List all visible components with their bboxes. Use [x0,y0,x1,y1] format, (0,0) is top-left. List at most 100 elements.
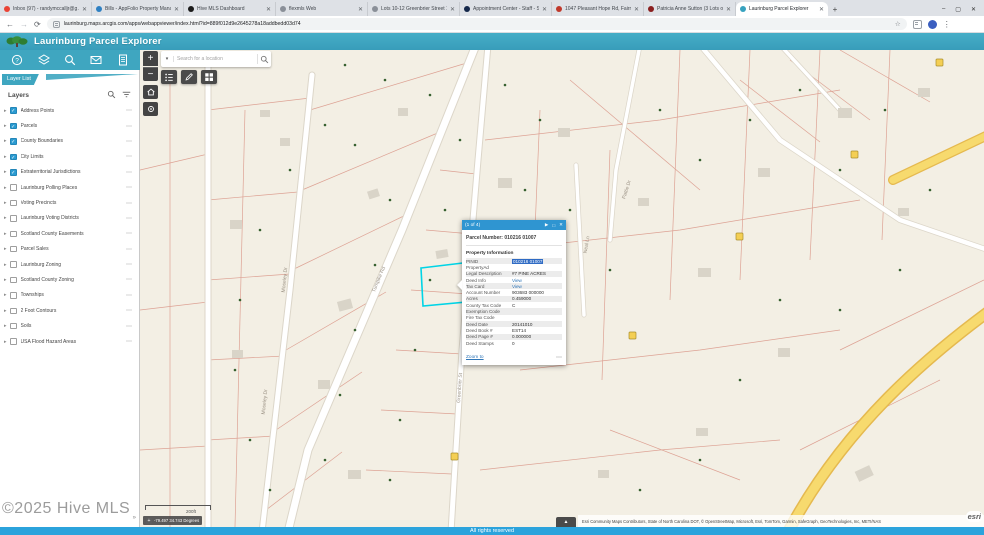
layer-label[interactable]: Laurinburg Zoning [21,262,127,268]
layer-options-icon[interactable]: ⋯ [126,230,132,237]
layer-list-tab[interactable]: Layer List [2,74,39,85]
bookmark-star-icon[interactable]: ☆ [895,20,901,28]
layer-checkbox[interactable]: ✓ [10,138,17,145]
layer-checkbox[interactable]: ✓ [10,154,17,161]
layer-options-icon[interactable]: ⋯ [126,200,132,207]
tab-close-icon[interactable]: ✕ [174,6,179,13]
search-submit-icon[interactable] [257,54,271,64]
coordinate-widget[interactable]: + -79.497 34.743 Degrees [143,516,202,525]
layer-checkbox[interactable] [10,292,17,299]
layer-label[interactable]: Address Points [21,108,127,114]
tab-appfolio[interactable]: Bills - AppFolio Property Mana…✕ [92,2,184,16]
layer-options-icon[interactable]: ⋯ [126,138,132,145]
legend-tool-button[interactable] [161,70,177,84]
maximize-icon[interactable]: ▢ [955,6,961,13]
next-feature-icon[interactable]: ▶ [545,222,549,228]
layer-label[interactable]: Soils [21,323,127,329]
zoom-out-button[interactable]: − [143,67,158,81]
tab-hive-mls[interactable]: Hive MLS Dashboard✕ [184,2,276,16]
map-canvas[interactable]: Turnpike Rd Moseley Dr Moseley Dr Greenb… [140,50,984,527]
layer-label[interactable]: Scotland County Zoning [21,277,127,283]
popup-more-options-icon[interactable]: ⋯ [556,354,562,361]
zoom-to-link[interactable]: Zoom to [466,355,556,360]
layer-checkbox[interactable]: ✓ [10,169,17,176]
draw-tool-button[interactable] [181,70,197,84]
layer-checkbox[interactable] [10,308,17,315]
layer-checkbox[interactable] [10,261,17,268]
layer-options-icon[interactable]: ⋯ [126,307,132,314]
popup-maximize-icon[interactable]: □ [552,223,555,228]
layer-options-icon[interactable]: ⋯ [126,292,132,299]
search-input[interactable] [174,56,257,62]
sidebar-expand-icon[interactable]: » [133,515,136,521]
layer-filter-icon[interactable] [122,86,131,104]
layer-options-icon[interactable]: ⋯ [126,246,132,253]
overview-toggle-button[interactable]: ▲ [556,517,576,527]
address-bar[interactable]: laurinburg.maps.arcgis.com/apps/webappvi… [47,18,907,30]
popup-header[interactable]: (1 of 4) ▶ □ ✕ [462,220,566,230]
layers-icon[interactable] [37,54,50,67]
layer-label[interactable]: City Limits [21,154,127,160]
tab-pleasant-hope[interactable]: 1047 Pleasant Hope Rd, Fairm…✕ [552,2,644,16]
layer-options-icon[interactable]: ⋯ [126,184,132,191]
layer-label[interactable]: USA Flood Hazard Areas [21,339,127,345]
home-button[interactable] [143,85,158,99]
search-icon[interactable] [63,54,76,67]
layer-options-icon[interactable]: ⋯ [126,323,132,330]
tab-close-icon[interactable]: ✕ [450,6,455,13]
layer-label[interactable]: Parcels [21,123,127,129]
report-icon[interactable] [116,54,129,67]
site-info-icon[interactable] [53,21,60,28]
tab-close-icon[interactable]: ✕ [634,6,639,13]
profile-avatar[interactable] [928,20,937,29]
layer-label[interactable]: County Boundaries [21,138,127,144]
layer-checkbox[interactable]: ✓ [10,123,17,130]
back-icon[interactable]: ← [6,20,14,29]
search-source-dropdown[interactable]: ▾ [161,56,174,62]
tab-close-icon[interactable]: ✕ [266,6,271,13]
layer-search-icon[interactable] [107,86,116,104]
zoom-in-button[interactable]: + [143,51,158,66]
layer-label[interactable]: Voting Precincts [21,200,127,206]
layer-options-icon[interactable]: ⋯ [126,169,132,176]
forward-icon[interactable]: → [20,20,28,29]
tab-appointment-center[interactable]: Appointment Center - Staff - S…✕ [460,2,552,16]
email-icon[interactable] [90,54,103,67]
tab-flexmls[interactable]: flexmls Web✕ [276,2,368,16]
layer-checkbox[interactable] [10,323,17,330]
crosshair-icon[interactable]: + [146,518,152,524]
layer-label[interactable]: Laurinburg Voting Districts [21,215,127,221]
tab-patricia-sutton[interactable]: Patricia Anne Sutton (3 Lots o…✕ [644,2,736,16]
kebab-menu-icon[interactable]: ⋮ [943,20,951,29]
tab-close-icon[interactable]: ✕ [726,6,731,13]
close-icon[interactable]: ✕ [971,6,976,13]
layer-checkbox[interactable]: ✓ [10,107,17,114]
layer-options-icon[interactable]: ⋯ [126,153,132,160]
basemap-gallery-button[interactable] [201,70,217,84]
url-text[interactable]: laurinburg.maps.arcgis.com/apps/webappvi… [64,21,891,27]
layer-options-icon[interactable]: ⋯ [126,261,132,268]
tab-lots-greenbrier[interactable]: Lots 10-12 Greenbrier Street 1…✕ [368,2,460,16]
layer-checkbox[interactable] [10,231,17,238]
layer-label[interactable]: Extraterritorial Jurisdictions [21,169,127,175]
tab-close-icon[interactable]: ✕ [82,6,87,13]
layer-label[interactable]: 2 Foot Contours [21,308,127,314]
layer-options-icon[interactable]: ⋯ [126,338,132,345]
layer-label[interactable]: Parcel Sales [21,246,127,252]
extension-icon[interactable] [913,20,922,29]
layer-checkbox[interactable] [10,215,17,222]
layer-options-icon[interactable]: ⋯ [126,215,132,222]
popup-close-icon[interactable]: ✕ [559,222,563,228]
layer-label[interactable]: Scotland County Easements [21,231,127,237]
layer-label[interactable]: Laurinburg Polling Places [21,185,127,191]
layer-options-icon[interactable]: ⋯ [126,276,132,283]
tab-laurinburg-parcel-explorer[interactable]: Laurinburg Parcel Explorer✕ [736,2,828,16]
layer-options-icon[interactable]: ⋯ [126,107,132,114]
minimize-icon[interactable]: – [942,6,945,12]
tab-close-icon[interactable]: ✕ [358,6,363,13]
layer-label[interactable]: Townships [21,292,127,298]
tab-inbox[interactable]: Inbox (97) - randymccalljr@g…✕ [0,2,92,16]
layer-checkbox[interactable] [10,246,17,253]
layer-checkbox[interactable] [10,184,17,191]
selected-field-value[interactable]: 010216 01007 [512,259,543,264]
